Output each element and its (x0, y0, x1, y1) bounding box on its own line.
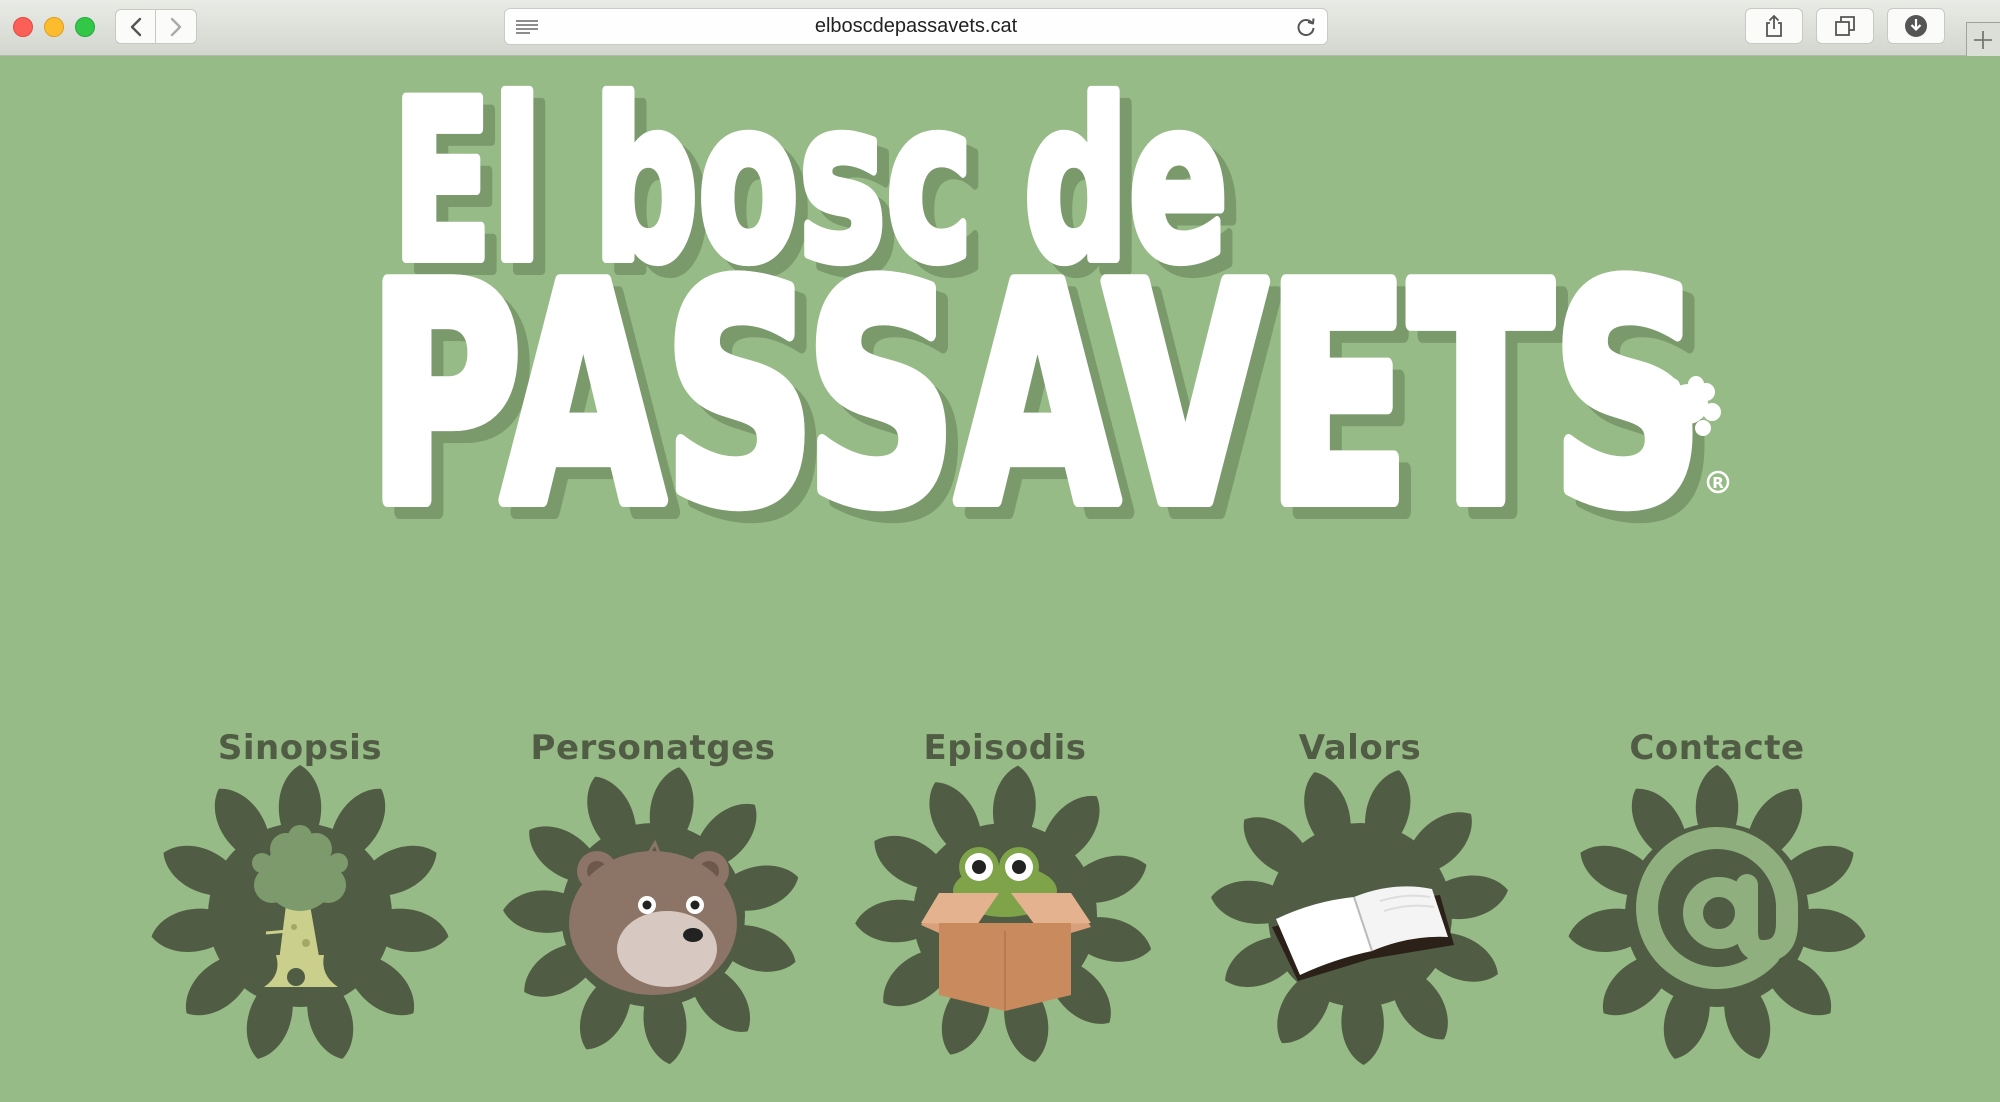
new-tab-button[interactable] (1966, 22, 2000, 56)
nav-item-personatges[interactable]: Personatges (503, 715, 803, 1102)
close-window-button[interactable] (13, 17, 33, 37)
nav-label-episodis: Episodis (923, 728, 1087, 768)
tabs-overview-icon (1835, 16, 1855, 36)
address-bar[interactable]: elboscdepassavets.cat (504, 8, 1328, 45)
plus-icon (1974, 31, 1992, 49)
download-icon (1905, 15, 1927, 37)
site-logo[interactable]: El bosc de PASSAVETS R (0, 0, 2000, 600)
flower-badge (1211, 770, 1508, 1065)
chevron-right-icon (170, 17, 182, 36)
flower-badge (503, 767, 799, 1065)
logo-line2: PASSAVETS (368, 222, 1703, 571)
flower-badge (1568, 765, 1866, 1059)
nav-item-valors[interactable]: Valors (1210, 715, 1510, 1102)
tabs-overview-button[interactable] (1816, 8, 1874, 44)
url-text: elboscdepassavets.cat (814, 15, 1018, 37)
nav-item-contacte[interactable]: Contacte (1567, 715, 1867, 1102)
nav-item-episodis[interactable]: Episodis (855, 715, 1155, 1102)
download-button[interactable] (1887, 8, 1945, 44)
forward-button[interactable] (156, 9, 197, 44)
flower-badge (151, 765, 449, 1059)
reload-icon[interactable] (1295, 16, 1317, 38)
nav-item-sinopsis[interactable]: Sinopsis (150, 715, 450, 1102)
back-button[interactable] (115, 9, 156, 44)
nav-label-valors: Valors (1298, 728, 1422, 768)
nav-label-personatges: Personatges (530, 728, 776, 768)
flower-badge (855, 765, 1152, 1063)
browser-toolbar: elboscdepassavets.cat (0, 0, 2000, 56)
svg-text:R: R (1712, 474, 1724, 492)
chevron-left-icon (130, 17, 141, 36)
bear-icon (569, 839, 737, 995)
main-navigation: Sinopsis Personatges Episodis Valors Con… (0, 715, 2000, 1102)
share-button[interactable] (1745, 8, 1803, 44)
minimize-window-button[interactable] (44, 17, 64, 37)
nav-label-contacte: Contacte (1629, 728, 1805, 768)
fullscreen-window-button[interactable] (75, 17, 95, 37)
logo-puff-decoration (1664, 376, 1721, 436)
registered-mark: R (1706, 470, 1730, 494)
nav-label-sinopsis: Sinopsis (217, 728, 383, 768)
share-icon (1766, 14, 1782, 37)
logo-line1: El bosc de (392, 54, 1228, 310)
